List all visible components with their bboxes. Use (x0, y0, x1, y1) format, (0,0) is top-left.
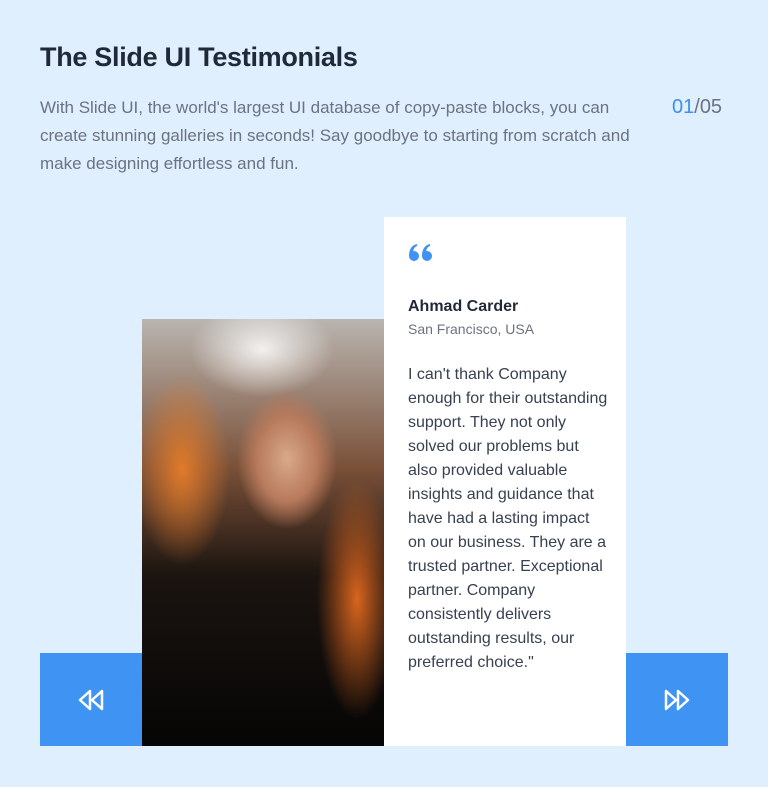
quote-icon (409, 244, 432, 261)
testimonial-text: I can't thank Company enough for their o… (408, 366, 608, 671)
page-title: The Slide UI Testimonials (40, 42, 358, 72)
rewind-icon (78, 689, 104, 710)
total-slides: 05 (699, 96, 723, 118)
previous-button[interactable] (40, 653, 142, 746)
current-slide: 01 (672, 96, 695, 118)
next-button[interactable] (626, 653, 728, 746)
slide-counter: 01/05 (672, 96, 722, 119)
author-location: San Francisco, USA (408, 321, 535, 337)
fast-forward-icon (664, 689, 690, 710)
testimonial-photo (142, 319, 384, 746)
author-name: Ahmad Carder (408, 298, 519, 315)
description: With Slide UI, the world's largest UI da… (40, 98, 630, 173)
testimonial-card: Ahmad Carder San Francisco, USA I can't … (384, 217, 626, 746)
